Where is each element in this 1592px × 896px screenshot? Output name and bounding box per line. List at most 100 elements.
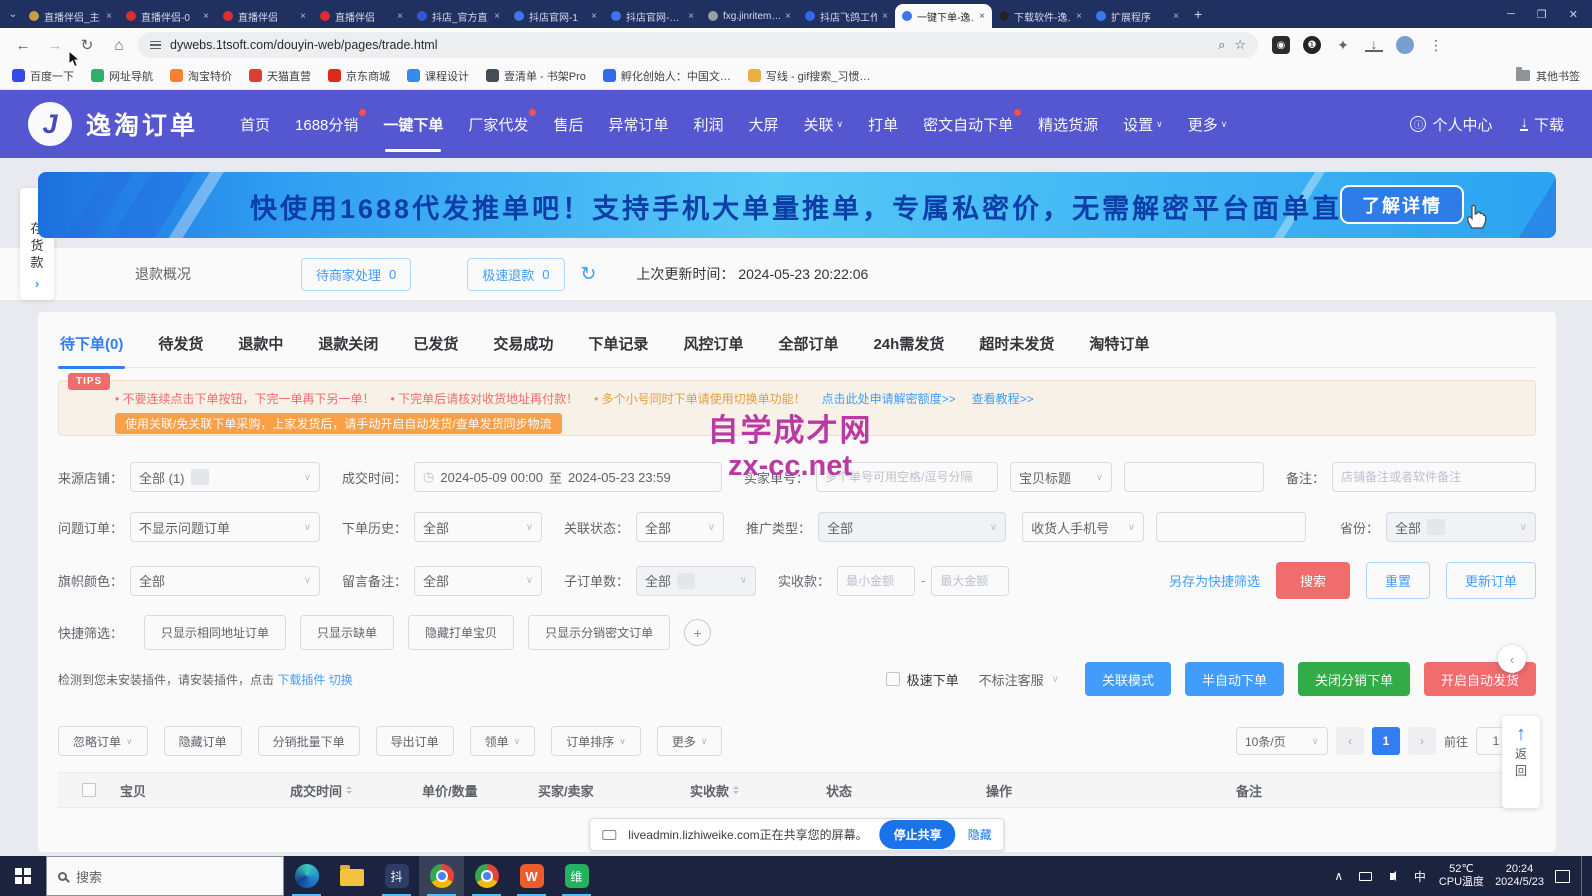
back-to-top-widget[interactable]: ↑ 返 回 — [1502, 716, 1540, 808]
home-icon[interactable]: ⌂ — [106, 37, 132, 54]
sort-icon[interactable] — [346, 786, 352, 794]
toolbar-button[interactable]: 导出订单 — [376, 726, 454, 756]
show-desktop-button[interactable] — [1581, 856, 1586, 896]
quick-filter-button[interactable]: 只显示缺单 — [300, 615, 394, 650]
download-plugin-link[interactable]: 下载插件 — [277, 673, 325, 687]
toolbar-button[interactable]: 隐藏订单 — [164, 726, 242, 756]
ime-indicator[interactable]: 中 — [1412, 868, 1428, 885]
collapse-panel-button[interactable]: ‹ — [1498, 645, 1526, 673]
cpu-temp-widget[interactable]: 52℃ CPU温度 — [1439, 863, 1484, 889]
nav-item[interactable]: 首页 — [240, 114, 270, 135]
bookmark-item[interactable]: 淘宝特价 — [170, 68, 232, 84]
order-status-tab[interactable]: 待发货 — [156, 333, 205, 354]
taskbar-wps[interactable]: W — [509, 856, 554, 896]
browser-tab[interactable]: 抖店飞鸽工作… × — [798, 4, 895, 28]
page-size-select[interactable]: 10条/页 ∨ — [1236, 727, 1328, 755]
save-quick-filter-link[interactable]: 另存为快捷筛选 — [1169, 571, 1260, 590]
toolbar-button[interactable]: 分销批量下单 — [258, 726, 360, 756]
buyer-order-input[interactable] — [816, 462, 998, 492]
table-column-header[interactable]: 成交时间 — [290, 781, 422, 800]
nav-item[interactable]: 异常订单 — [608, 114, 668, 135]
select-all-checkbox[interactable] — [82, 783, 96, 797]
taskbar-chrome[interactable] — [464, 856, 509, 896]
download-icon[interactable]: ↓ — [1365, 38, 1383, 52]
bookmark-item[interactable]: 写线 - gif搜索_习惯… — [748, 68, 871, 84]
title-keyword-input[interactable] — [1124, 462, 1264, 492]
table-column-header[interactable]: 备注 — [1236, 781, 1476, 800]
order-status-tab[interactable]: 退款关闭 — [316, 333, 380, 354]
problem-order-select[interactable]: 不显示问题订单 ∨ — [130, 512, 320, 542]
suborder-count-select[interactable]: 全部 ∨ — [636, 566, 756, 596]
nav-item[interactable]: 一键下单 — [383, 114, 443, 135]
tab-close-icon[interactable]: × — [397, 11, 403, 22]
back-icon[interactable]: ← — [10, 37, 36, 54]
order-status-tab[interactable]: 24h需发货 — [871, 333, 946, 354]
toolbar-button[interactable]: 忽略订单 ∨ — [58, 726, 148, 756]
fast-order-checkbox[interactable] — [886, 672, 900, 686]
bookmark-item[interactable]: 孵化创始人：中国文… — [603, 68, 731, 84]
zoom-icon[interactable]: ⌕ — [1218, 37, 1225, 53]
profile-avatar[interactable] — [1396, 36, 1414, 54]
prev-page-button[interactable]: ‹ — [1336, 727, 1364, 755]
tab-close-icon[interactable]: × — [203, 11, 209, 22]
flag-color-select[interactable]: 全部 ∨ — [130, 566, 320, 596]
source-shop-select[interactable]: 全部 (1) ∨ — [130, 462, 320, 492]
taskbar-search[interactable]: 搜索 — [46, 856, 284, 896]
service-tag-select[interactable]: 不标注客服 — [979, 670, 1044, 689]
payment-max-input[interactable] — [931, 566, 1009, 596]
fast-refund-button[interactable]: 极速退款 0 — [467, 258, 564, 291]
browser-tab[interactable]: 直播伴侣-0 × — [119, 4, 216, 28]
browser-tab[interactable]: 抖店_官方直… × — [410, 4, 507, 28]
site-info-icon[interactable] — [150, 41, 161, 50]
bookmark-item[interactable]: 壹清单 - 书架Pro — [486, 68, 586, 84]
mode-button[interactable]: 关闭分销下单 — [1298, 662, 1410, 696]
sort-icon[interactable] — [733, 786, 739, 794]
nav-item[interactable]: 关联 ∨ — [804, 114, 844, 135]
nav-item[interactable]: 厂家代发 — [468, 114, 528, 135]
browser-tab[interactable]: 下载软件-逸… × — [992, 4, 1089, 28]
relation-status-select[interactable]: 全部 ∨ — [636, 512, 724, 542]
payment-min-input[interactable] — [837, 566, 915, 596]
order-status-tab[interactable]: 退款中 — [236, 333, 285, 354]
table-column-header[interactable]: 实收款 — [690, 781, 826, 800]
hide-share-bar-link[interactable]: 隐藏 — [968, 826, 992, 843]
current-page[interactable]: 1 — [1372, 727, 1400, 755]
address-bar[interactable]: dywebs.1tsoft.com/douyin-web/pages/trade… — [138, 32, 1258, 58]
province-select[interactable]: 全部 ∨ — [1386, 512, 1536, 542]
receiver-phone-input[interactable] — [1156, 512, 1306, 542]
tab-close-icon[interactable]: × — [882, 11, 888, 22]
browser-tab[interactable]: 直播伴侣 × — [313, 4, 410, 28]
bookmark-item[interactable]: 网址导航 — [91, 68, 153, 84]
table-column-header[interactable]: 买家/卖家 — [538, 781, 690, 800]
quick-filter-button[interactable]: 只显示分销密文订单 — [528, 615, 670, 650]
promo-banner[interactable]: 快使用1688代发推单吧！支持手机大单量推单，专属私密价，无需解密平台面单直发 … — [38, 172, 1556, 238]
personal-center-link[interactable]: ⓘ 个人中心 — [1410, 114, 1492, 135]
mode-button[interactable]: 关联模式 — [1085, 662, 1171, 696]
mode-button[interactable]: 半自动下单 — [1185, 662, 1284, 696]
order-status-tab[interactable]: 全部订单 — [776, 333, 840, 354]
toolbar-button[interactable]: 领单 ∨ — [470, 726, 536, 756]
update-orders-button[interactable]: 更新订单 — [1446, 562, 1536, 599]
bookmark-item[interactable]: 百度一下 — [12, 68, 74, 84]
minimize-icon[interactable]: ─ — [1507, 8, 1515, 21]
forward-icon[interactable]: → — [42, 37, 68, 54]
taskbar-explorer[interactable] — [329, 856, 374, 896]
tab-close-icon[interactable]: × — [979, 11, 985, 22]
receiver-phone-select[interactable]: 收货人手机号 ∨ — [1022, 512, 1144, 542]
nav-item[interactable]: 大屏 — [748, 114, 778, 135]
bookmark-item[interactable]: 课程设计 — [407, 68, 469, 84]
order-status-tab[interactable]: 下单记录 — [586, 333, 650, 354]
tab-close-icon[interactable]: × — [785, 11, 791, 22]
bookmark-item[interactable]: 天猫直营 — [249, 68, 311, 84]
table-column-header[interactable]: 单价/数量 — [422, 781, 538, 800]
message-note-select[interactable]: 全部 ∨ — [414, 566, 542, 596]
order-status-tab[interactable]: 已发货 — [411, 333, 460, 354]
tab-close-icon[interactable]: × — [300, 11, 306, 22]
bookmark-item[interactable]: 京东商城 — [328, 68, 390, 84]
clock-widget[interactable]: 20:24 2024/5/23 — [1495, 863, 1544, 889]
stop-sharing-button[interactable]: 停止共享 — [880, 820, 956, 849]
taskbar-edge[interactable] — [284, 856, 329, 896]
pending-merchant-button[interactable]: 待商家处理 0 — [301, 258, 411, 291]
order-status-tab[interactable]: 待下单(0) — [58, 333, 125, 354]
tab-close-icon[interactable]: × — [494, 11, 500, 22]
